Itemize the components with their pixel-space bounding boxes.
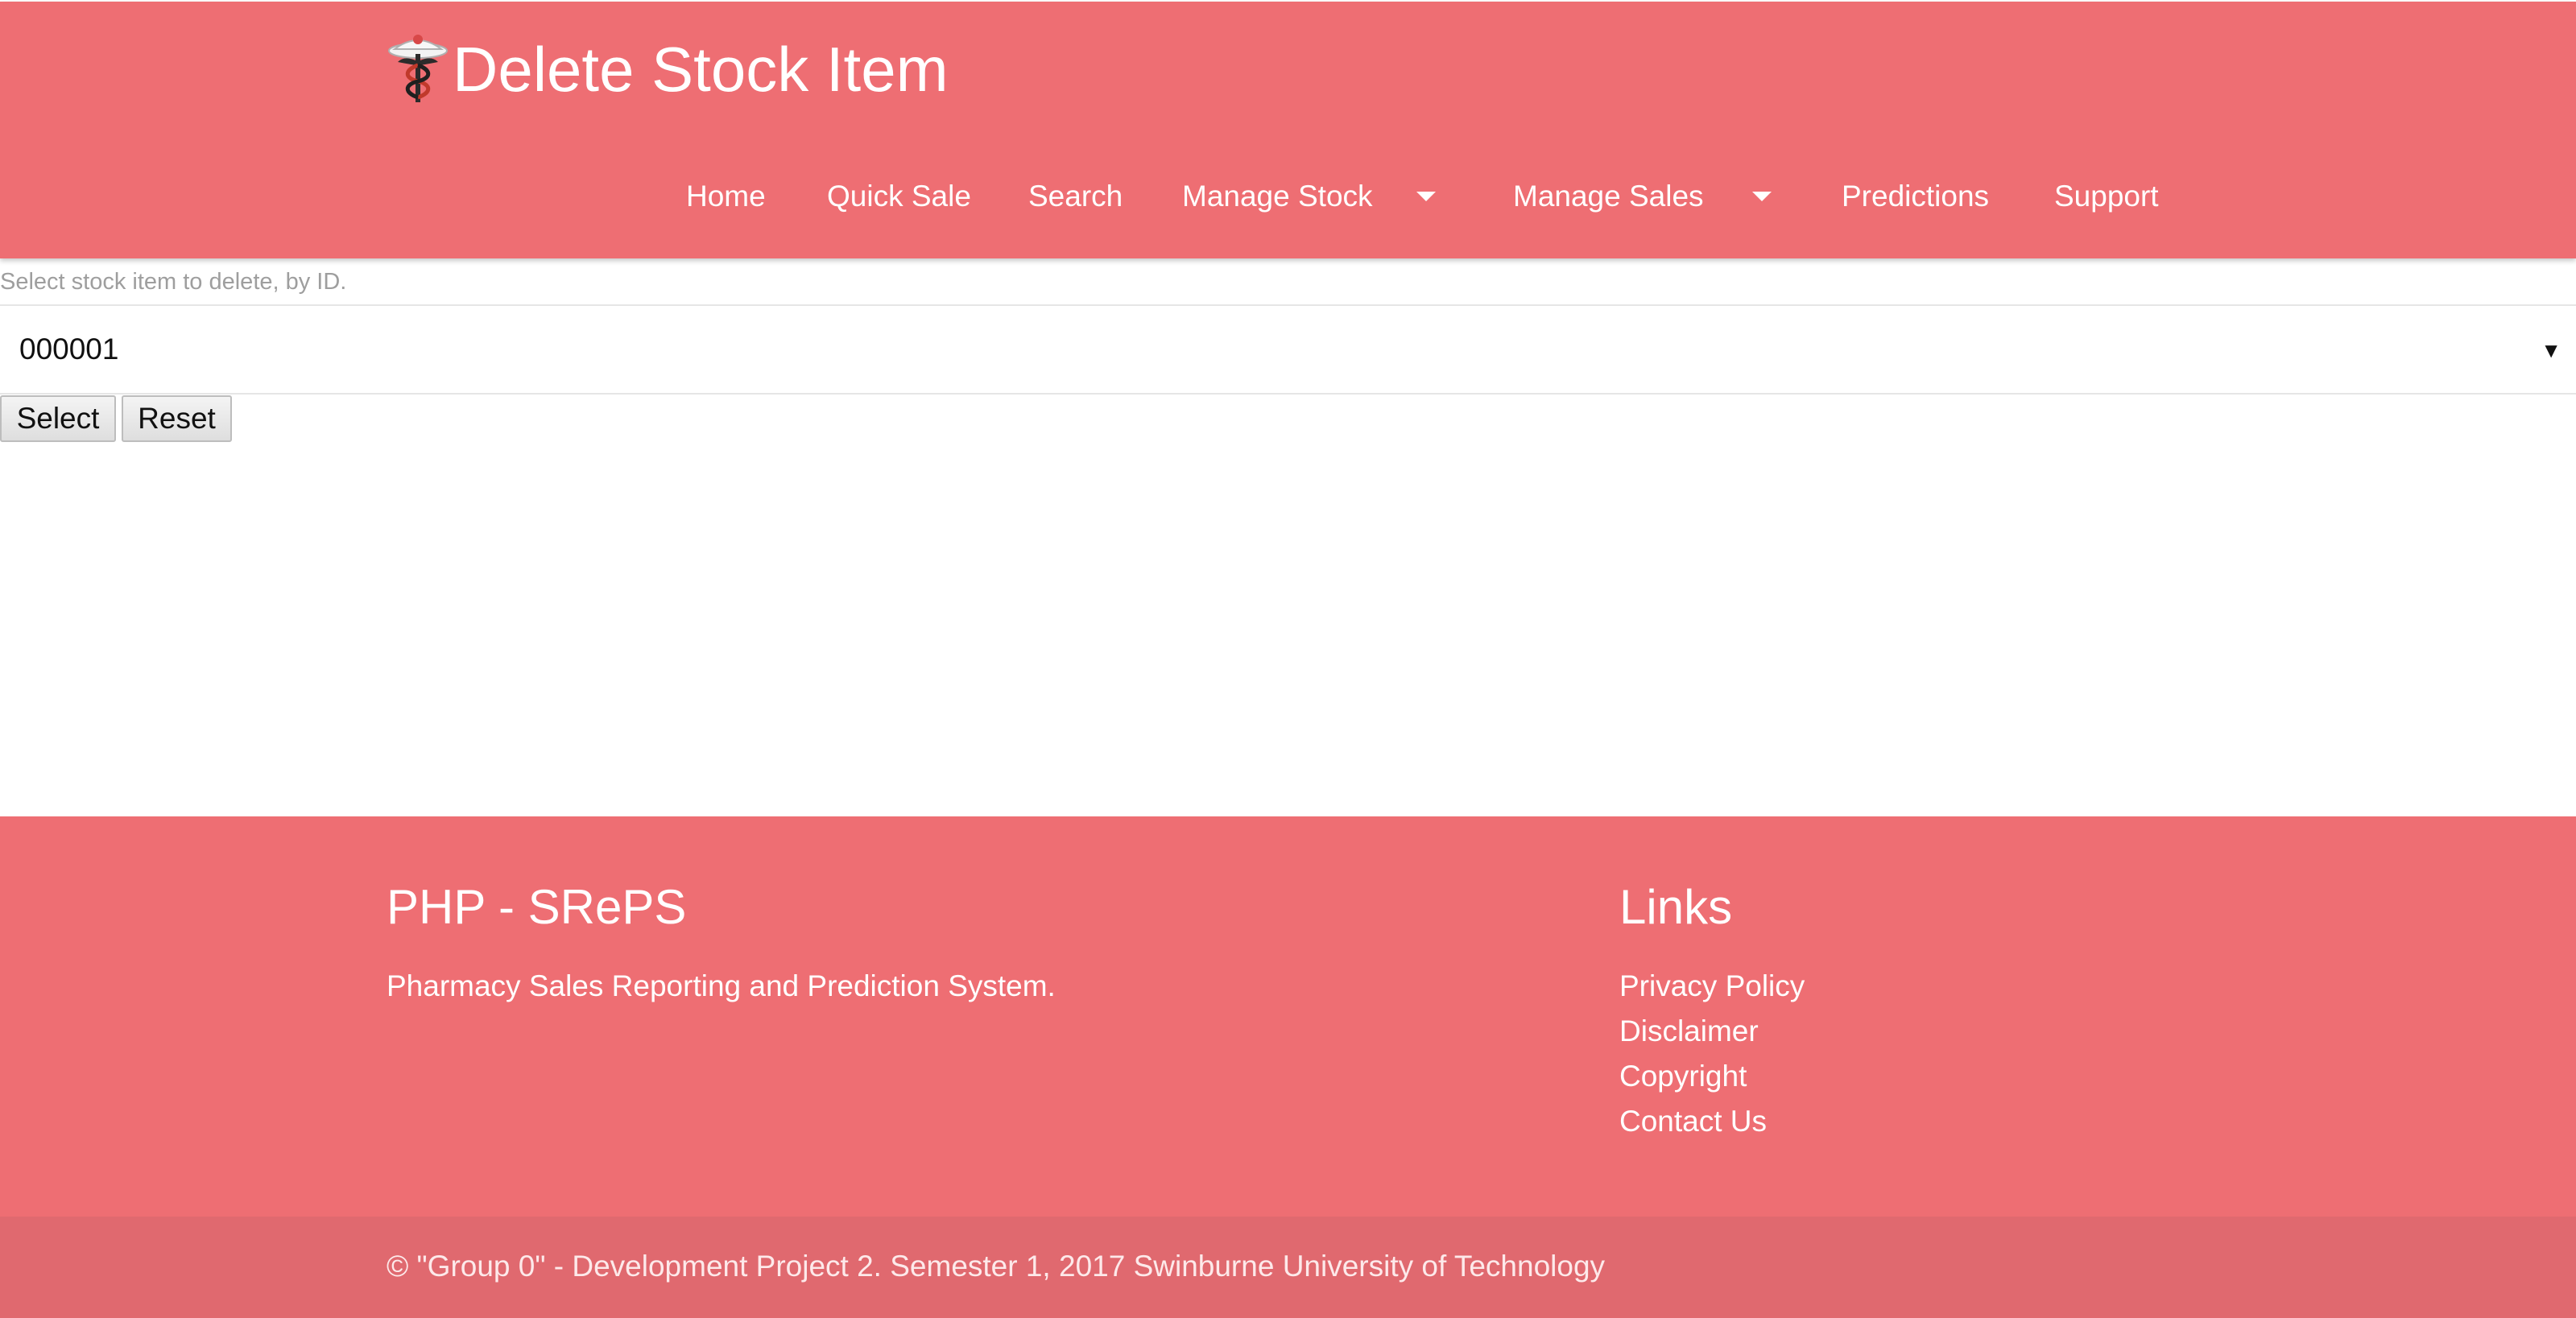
site-footer: PHP - SRePS Pharmacy Sales Reporting and…: [0, 816, 2576, 1217]
nav-item-support[interactable]: Support: [2054, 163, 2159, 230]
footer-link-privacy-policy[interactable]: Privacy Policy: [1619, 969, 1805, 1003]
selected-stock-id: 000001: [19, 333, 119, 366]
footer-brand-description: Pharmacy Sales Reporting and Prediction …: [387, 969, 1056, 1002]
stock-id-select[interactable]: 000001 ▼: [0, 304, 2576, 395]
footer-link-contact-us[interactable]: Contact Us: [1619, 1105, 1767, 1138]
copyright-text: © "Group 0" - Development Project 2. Sem…: [387, 1250, 1606, 1283]
nav-item-label: Home: [686, 180, 766, 213]
caret-down-icon: [1416, 192, 1436, 201]
nav-item-label: Search: [1028, 180, 1123, 213]
nav-item-search[interactable]: Search: [1028, 163, 1123, 230]
nav-item-quick-sale[interactable]: Quick Sale: [827, 163, 971, 230]
dropdown-arrow-icon: ▼: [2541, 338, 2562, 362]
caret-down-icon: [1751, 192, 1772, 201]
nav-item-label: Support: [2054, 180, 2159, 213]
footer-link-copyright[interactable]: Copyright: [1619, 1060, 1747, 1093]
site-header: Delete Stock Item Home Quick Sale Search…: [0, 2, 2576, 258]
reset-button[interactable]: Reset: [122, 395, 232, 442]
nav-item-home[interactable]: Home: [686, 163, 766, 230]
select-button[interactable]: Select: [0, 395, 116, 442]
nav-item-label: Predictions: [1842, 180, 1990, 213]
main-nav: Home Quick Sale Search Manage Stock Mana…: [0, 163, 2576, 230]
footer-links-heading: Links: [1619, 880, 1733, 934]
nav-item-label: Quick Sale: [827, 180, 971, 213]
nav-item-manage-stock[interactable]: Manage Stock: [1182, 163, 1436, 230]
footer-brand-heading: PHP - SRePS: [387, 880, 687, 934]
page-title: Delete Stock Item: [453, 34, 949, 105]
stock-id-label: Select stock item to delete, by ID.: [0, 269, 347, 295]
caduceus-icon: [388, 35, 448, 102]
nav-item-predictions[interactable]: Predictions: [1842, 163, 1989, 230]
nav-item-label: Manage Sales: [1513, 180, 1704, 213]
footer-link-disclaimer[interactable]: Disclaimer: [1619, 1014, 1759, 1048]
brand: Delete Stock Item: [387, 21, 949, 118]
nav-item-label: Manage Stock: [1182, 180, 1373, 213]
nav-item-manage-sales[interactable]: Manage Sales: [1513, 163, 1772, 230]
